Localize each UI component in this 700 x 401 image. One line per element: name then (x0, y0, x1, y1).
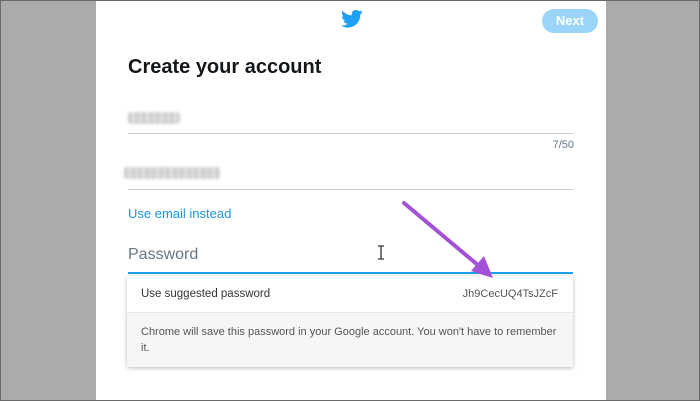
name-char-counter: 7/50 (552, 139, 574, 151)
dropdown-footer: Chrome will save this password in your G… (127, 313, 573, 367)
use-email-instead-link[interactable]: Use email instead (128, 206, 231, 221)
twitter-bird-icon (341, 10, 363, 28)
text-cursor-icon (378, 245, 384, 260)
suggested-password-label: Use suggested password (141, 288, 271, 300)
signup-modal: Next Create your account 7/50 Use email … (96, 1, 606, 400)
suggested-password-value: Jh9CecUQ4TsJZcF (462, 288, 558, 300)
name-value-redacted (128, 112, 180, 124)
phone-field-underline (128, 189, 573, 190)
name-field-underline (128, 133, 573, 134)
next-button[interactable]: Next (542, 9, 598, 33)
use-suggested-password-option[interactable]: Use suggested password Jh9CecUQ4TsJZcF (127, 276, 573, 312)
chrome-save-note: Chrome will save this password in your G… (141, 326, 557, 354)
password-input[interactable] (128, 241, 573, 269)
phone-value-redacted (124, 167, 220, 179)
screenshot-frame: Next Create your account 7/50 Use email … (0, 0, 700, 401)
page-title: Create your account (128, 56, 322, 78)
password-focus-underline (128, 272, 573, 274)
password-suggestion-dropdown: Use suggested password Jh9CecUQ4TsJZcF C… (127, 276, 573, 367)
